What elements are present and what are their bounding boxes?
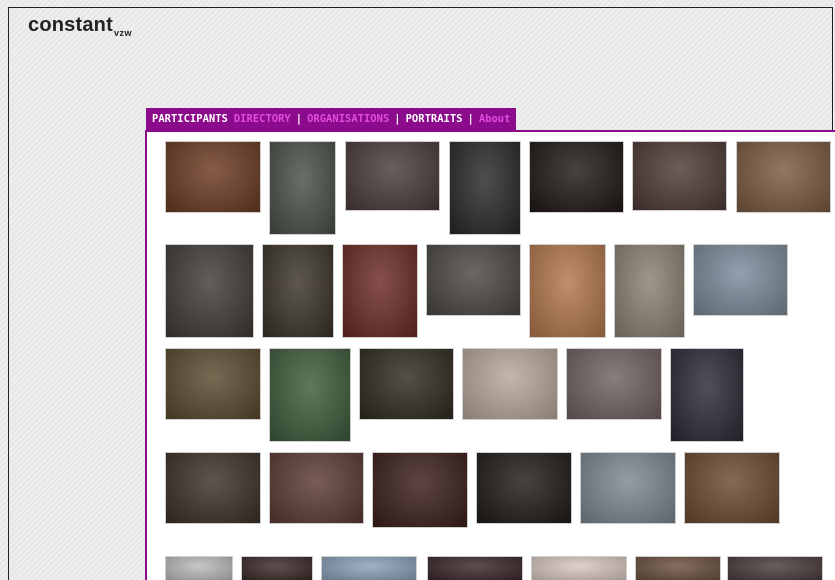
portrait-thumbnail[interactable]: [428, 557, 522, 580]
portrait-thumbnail[interactable]: [567, 349, 661, 419]
portrait-thumbnail[interactable]: [343, 245, 417, 337]
nav-organisations[interactable]: ORGANISATIONS: [307, 113, 389, 125]
portrait-thumbnail[interactable]: [166, 142, 260, 212]
portrait-thumbnail[interactable]: [263, 245, 333, 337]
portrait-thumbnail[interactable]: [166, 453, 260, 523]
portrait-thumbnail[interactable]: [450, 142, 520, 234]
portrait-thumbnail[interactable]: [636, 557, 720, 580]
portrait-thumbnail[interactable]: [581, 453, 675, 523]
portrait-thumbnail[interactable]: [633, 142, 726, 210]
portrait-thumbnail[interactable]: [166, 349, 260, 419]
portrait-thumbnail[interactable]: [270, 349, 350, 441]
portrait-thumbnail[interactable]: [360, 349, 453, 419]
portrait-thumbnail[interactable]: [242, 557, 312, 580]
portrait-thumbnail[interactable]: [530, 245, 605, 337]
portrait-thumbnail[interactable]: [477, 453, 571, 523]
portrait-thumbnail[interactable]: [322, 557, 416, 580]
portrait-thumbnail[interactable]: [728, 557, 822, 580]
nav-portraits[interactable]: PORTRAITS: [406, 113, 463, 125]
portrait-thumbnail[interactable]: [694, 245, 787, 315]
portrait-thumbnail[interactable]: [737, 142, 830, 212]
nav-participants[interactable]: PARTICIPANTS: [152, 113, 228, 125]
nav-about[interactable]: About: [479, 113, 511, 125]
portrait-thumbnail[interactable]: [463, 349, 557, 419]
nav-separator: |: [394, 113, 401, 125]
portrait-thumbnail[interactable]: [270, 142, 335, 234]
site-suffix: vzw: [113, 28, 132, 38]
portrait-thumbnail[interactable]: [373, 453, 467, 527]
site-name: constant: [28, 14, 113, 36]
portrait-thumbnail[interactable]: [346, 142, 439, 210]
portrait-thumbnail[interactable]: [532, 557, 626, 580]
site-logo[interactable]: constantvzw: [28, 14, 132, 38]
portrait-thumbnail[interactable]: [270, 453, 363, 523]
portrait-thumbnail[interactable]: [427, 245, 520, 315]
portrait-thumbnail[interactable]: [166, 557, 232, 580]
portrait-thumbnail[interactable]: [685, 453, 779, 523]
portrait-thumbnail[interactable]: [166, 245, 253, 337]
nav-separator: |: [295, 113, 303, 125]
portrait-thumbnail[interactable]: [615, 245, 684, 337]
nav-directory[interactable]: DIRECTORY: [234, 113, 291, 125]
portrait-thumbnail[interactable]: [530, 142, 623, 212]
nav-bar: PARTICIPANTS DIRECTORY | ORGANISATIONS |…: [146, 108, 517, 130]
nav-separator: |: [467, 113, 474, 125]
portrait-thumbnail[interactable]: [671, 349, 743, 441]
